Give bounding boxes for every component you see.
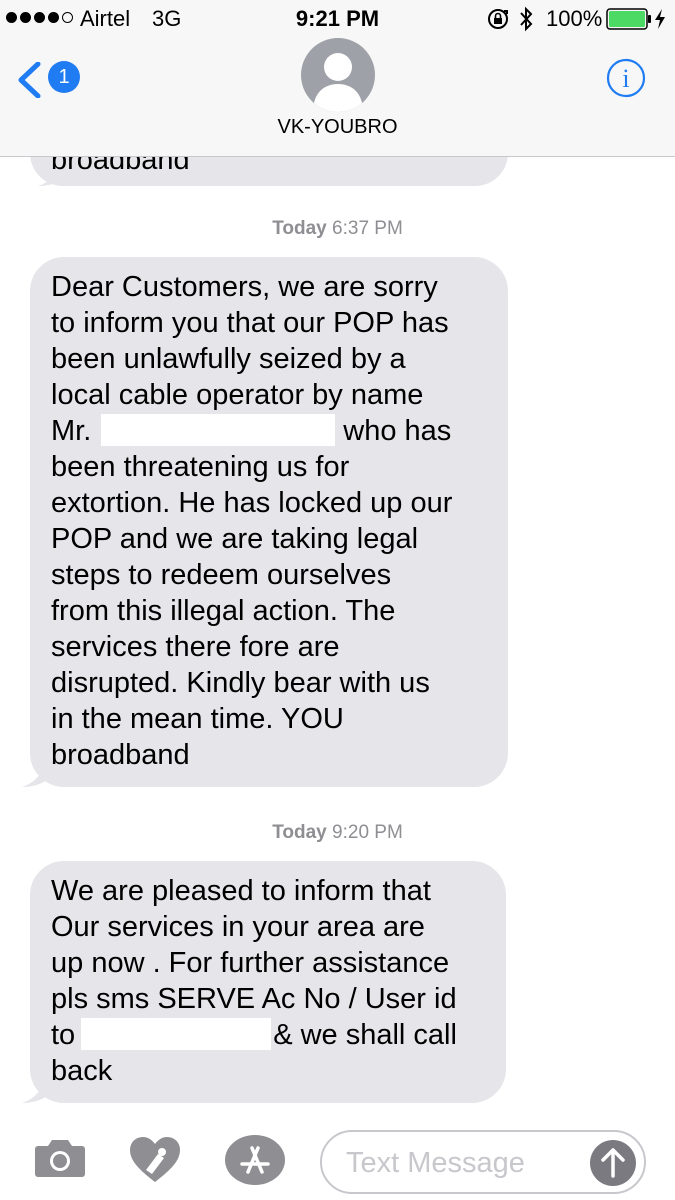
unread-count-badge: 1 xyxy=(48,61,80,93)
conversation-thread[interactable]: broadband Today 6:37 PM Dear Customers, … xyxy=(0,0,675,1108)
back-button[interactable]: 1 xyxy=(16,58,86,98)
timestamp-day: Today xyxy=(272,822,327,843)
info-icon: i xyxy=(606,58,646,98)
message-bubble-incoming[interactable]: We are pleased to inform that Our servic… xyxy=(22,861,506,1103)
back-chevron-icon xyxy=(18,62,41,98)
digital-touch-icon[interactable] xyxy=(128,1136,182,1184)
message-timestamp: Today 6:37 PM xyxy=(0,218,675,240)
battery-icon xyxy=(606,8,651,30)
charging-bolt-icon xyxy=(655,9,665,29)
message-bubble-incoming[interactable]: Dear Customers, we are sorry to inform y… xyxy=(22,257,508,787)
redacted-name xyxy=(101,414,336,446)
redacted-number xyxy=(81,1018,272,1050)
bluetooth-icon xyxy=(520,6,533,32)
contact-avatar-icon[interactable] xyxy=(301,38,375,112)
orientation-lock-icon xyxy=(488,9,508,29)
message-input[interactable] xyxy=(344,1142,588,1184)
camera-icon[interactable] xyxy=(34,1138,86,1178)
svg-text:i: i xyxy=(622,64,629,93)
send-button[interactable] xyxy=(590,1140,636,1186)
info-button[interactable]: i xyxy=(606,58,646,98)
compose-bar xyxy=(0,1108,675,1200)
battery-percent: 100% xyxy=(546,6,603,31)
person-silhouette-icon xyxy=(313,53,363,112)
status-bar: Airtel 3G 9:21 PM 100% xyxy=(0,0,675,40)
app-store-icon[interactable] xyxy=(224,1134,286,1186)
contact-name[interactable]: VK-YOUBRO xyxy=(0,116,675,139)
timestamp-day: Today xyxy=(272,218,327,239)
message-input-container[interactable] xyxy=(320,1130,646,1194)
nav-bar: 1 VK-YOUBRO i xyxy=(0,38,675,156)
header: Airtel 3G 9:21 PM 100% 1 VK-YOUBRO i xyxy=(0,0,675,157)
bubble-tail xyxy=(22,763,52,787)
message-text: who has been threatening us for extortio… xyxy=(51,415,453,771)
timestamp-time: 6:37 PM xyxy=(332,218,403,239)
timestamp-time: 9:20 PM xyxy=(332,822,403,843)
send-arrow-icon xyxy=(601,1148,625,1178)
message-timestamp: Today 9:20 PM xyxy=(0,822,675,844)
bubble-tail xyxy=(22,1079,52,1103)
